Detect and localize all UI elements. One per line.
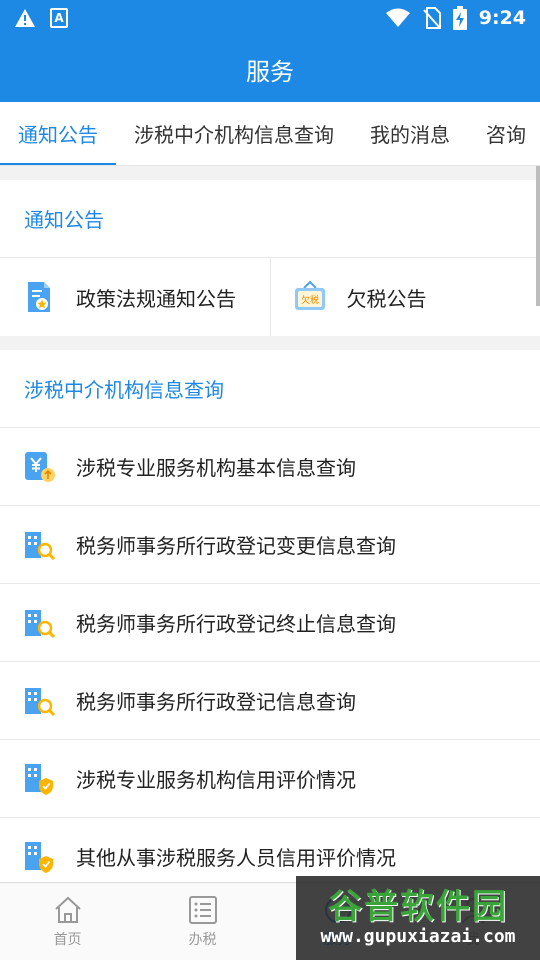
watermark: 谷普软件园 www.gupuxiazai.com xyxy=(296,876,540,960)
list-item[interactable]: 税务师事务所行政登记终止信息查询 xyxy=(0,584,540,662)
page-title: 服务 xyxy=(246,57,294,86)
nav-tax-label: 办税 xyxy=(188,931,217,948)
nav-tax[interactable]: 办税 xyxy=(135,883,270,960)
wifi-icon xyxy=(385,8,410,27)
list-item-label: 涉税专业服务机构信用评价情况 xyxy=(76,768,356,792)
list-item[interactable]: 涉税专业服务机构信用评价情况 xyxy=(0,740,540,818)
list-item-label: 税务师事务所行政登记终止信息查询 xyxy=(76,612,396,636)
list-item-label: 税务师事务所行政登记信息查询 xyxy=(76,690,356,714)
list-item[interactable]: 税务师事务所行政登记信息查询 xyxy=(0,662,540,740)
list-item-label: 涉税专业服务机构基本信息查询 xyxy=(76,456,356,480)
yuan-people-icon xyxy=(25,451,55,482)
policy-notice-item[interactable]: 政策法规通知公告 xyxy=(0,258,270,336)
watermark-url: www.gupuxiazai.com xyxy=(320,926,516,948)
policy-notice-label: 政策法规通知公告 xyxy=(76,286,236,311)
scrollbar[interactable] xyxy=(536,166,540,306)
tab-bar: 通知公告 涉税中介机构信息查询 我的消息 咨询 xyxy=(0,102,540,166)
list-item[interactable]: 税务师事务所行政登记变更信息查询 xyxy=(0,506,540,584)
status-bar: A 9:24 xyxy=(0,0,540,36)
document-star-icon xyxy=(28,282,50,312)
tab-notice[interactable]: 通知公告 xyxy=(0,102,116,165)
nav-home[interactable]: 首页 xyxy=(0,883,135,960)
building-search-icon xyxy=(25,609,56,638)
clock-time: 9:24 xyxy=(478,7,526,29)
tab-my-messages[interactable]: 我的消息 xyxy=(352,102,468,165)
building-search-icon xyxy=(25,687,56,716)
battery-charging-icon xyxy=(452,6,467,30)
list-item[interactable]: 其他从事涉税服务人员信用评价情况 xyxy=(0,818,540,882)
tab-consult[interactable]: 咨询 xyxy=(468,102,540,165)
tax-owed-notice-item[interactable]: 欠税 欠税公告 xyxy=(269,258,540,336)
notice-section: 通知公告 政策法规通知公告 欠税 欠税公告 xyxy=(0,180,540,336)
building-search-icon xyxy=(25,531,56,560)
no-sim-icon xyxy=(422,7,441,29)
nav-home-label: 首页 xyxy=(53,931,82,948)
section-title-notice: 通知公告 xyxy=(0,180,540,258)
watermark-brand: 谷普软件园 xyxy=(328,886,508,927)
list-item-label: 其他从事涉税服务人员信用评价情况 xyxy=(76,846,396,870)
tab-agency-query[interactable]: 涉税中介机构信息查询 xyxy=(116,102,352,165)
home-icon xyxy=(54,896,81,923)
building-shield-icon xyxy=(25,763,53,795)
tax-owed-board-icon: 欠税 xyxy=(294,280,325,310)
list-item-label: 税务师事务所行政登记变更信息查询 xyxy=(76,534,396,558)
list-item[interactable]: 涉税专业服务机构基本信息查询 xyxy=(0,428,540,506)
list-icon xyxy=(188,895,217,924)
a-notification-icon: A xyxy=(50,8,68,28)
page-title-bar: 服务 xyxy=(0,36,540,102)
building-shield-icon xyxy=(25,841,53,873)
warning-icon xyxy=(15,9,35,27)
section-title-agency: 涉税中介机构信息查询 xyxy=(0,350,540,428)
content-area[interactable]: 通知公告 政策法规通知公告 欠税 欠税公告 涉税中介机构信息查询 涉税专业服务机… xyxy=(0,166,540,882)
tax-owed-notice-label: 欠税公告 xyxy=(346,286,427,311)
svg-text:欠税: 欠税 xyxy=(300,294,318,306)
agency-section: 涉税中介机构信息查询 涉税专业服务机构基本信息查询 税务师事务所行政登记变更信息… xyxy=(0,350,540,882)
